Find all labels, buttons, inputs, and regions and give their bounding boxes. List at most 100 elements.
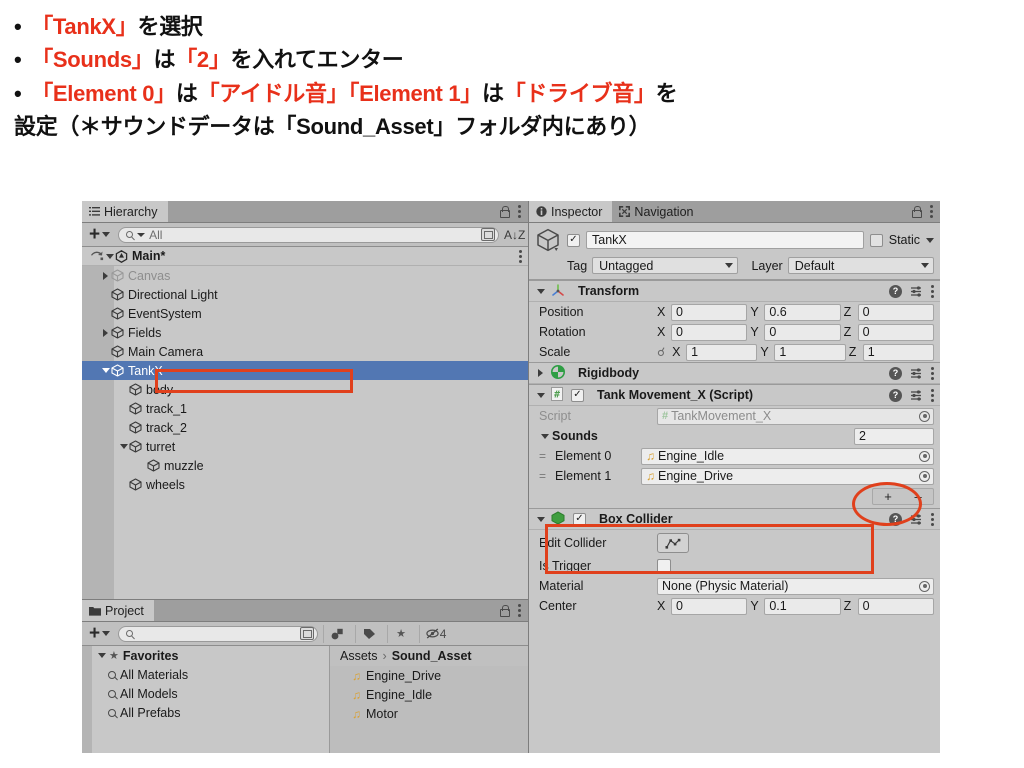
asset-item-engine_idle[interactable]: ♫ Engine_Idle xyxy=(330,685,528,704)
hierarchy-item-track-1[interactable]: track_1 xyxy=(82,399,528,418)
tag-dropdown[interactable]: Untagged xyxy=(592,257,739,274)
transform-position-y-input[interactable]: 0.6 xyxy=(764,303,841,321)
sounds-size-input[interactable]: 2 xyxy=(854,427,934,445)
hierarchy-item-main-camera[interactable]: Main Camera xyxy=(82,342,528,361)
transform-scale-y-input[interactable]: 1 xyxy=(774,343,846,361)
inspector-kebab-menu-icon[interactable] xyxy=(930,205,933,218)
static-chevron-down-icon[interactable] xyxy=(926,237,934,243)
material-object-picker-icon[interactable] xyxy=(919,580,930,592)
transform-position-x-input[interactable]: 0 xyxy=(671,303,748,321)
expand-chevron-icon[interactable] xyxy=(104,254,115,259)
box-collider-enabled-checkbox[interactable]: ✓ xyxy=(573,512,586,526)
material-object-field[interactable]: None (Physic Material) xyxy=(657,577,934,595)
expand-chevron-icon[interactable] xyxy=(100,368,111,373)
project-assets-pane[interactable]: Assets › Sound_Asset ♫ Engine_Drive ♫ Engin… xyxy=(330,646,528,753)
hierarchy-item-eventsystem[interactable]: EventSystem xyxy=(82,304,528,323)
collapse-chevron-icon[interactable] xyxy=(100,272,111,280)
drag-handle-icon[interactable]: = xyxy=(539,449,555,463)
project-search-input[interactable] xyxy=(118,625,319,642)
script-kebab-menu-icon[interactable] xyxy=(931,388,934,402)
transform-rotation-x-input[interactable]: 0 xyxy=(671,323,748,341)
favorite-item-all-materials[interactable]: All Materials xyxy=(82,665,329,684)
hierarchy-item-body[interactable]: body xyxy=(82,380,528,399)
center-x-input[interactable]: 0 xyxy=(671,597,748,615)
favorites-star-icon[interactable]: ★ xyxy=(387,624,415,643)
rigidbody-kebab-menu-icon[interactable] xyxy=(931,366,934,380)
favorite-item-all-models[interactable]: All Models xyxy=(82,684,329,703)
hierarchy-search-input[interactable]: All xyxy=(118,226,499,243)
tab-project[interactable]: Project xyxy=(82,600,154,621)
transform-kebab-menu-icon[interactable] xyxy=(931,284,934,298)
lock-icon[interactable] xyxy=(499,206,510,218)
transform-scale-x-input[interactable]: 1 xyxy=(686,343,758,361)
hierarchy-item-track-2[interactable]: track_2 xyxy=(82,418,528,437)
center-y-input[interactable]: 0.1 xyxy=(764,597,841,615)
drag-handle-icon[interactable]: = xyxy=(539,469,555,483)
array-remove-button[interactable]: – xyxy=(914,489,921,504)
favorites-group[interactable]: ★ Favorites xyxy=(82,646,329,665)
breadcrumb-root[interactable]: Assets xyxy=(340,649,378,663)
transform-rotation-y-input[interactable]: 0 xyxy=(764,323,841,341)
object-picker-icon[interactable] xyxy=(919,450,930,462)
create-object-button[interactable]: + xyxy=(86,225,113,244)
hierarchy-item-turret[interactable]: turret xyxy=(82,437,528,456)
box-collider-preset-icon[interactable] xyxy=(910,513,923,526)
script-help-icon[interactable]: ? xyxy=(889,388,902,402)
help-icon[interactable]: ? xyxy=(889,284,902,298)
transform-scale-z-input[interactable]: 1 xyxy=(862,343,934,361)
kebab-menu-icon[interactable] xyxy=(518,205,521,218)
asset-item-engine_drive[interactable]: ♫ Engine_Drive xyxy=(330,666,528,685)
script-object-field[interactable]: # TankMovement_X xyxy=(657,407,934,425)
favorites-chevron-icon[interactable] xyxy=(96,653,107,658)
hierarchy-item-directional-light[interactable]: Directional Light xyxy=(82,285,528,304)
center-z-input[interactable]: 0 xyxy=(857,597,934,615)
hierarchy-item-fields[interactable]: Fields xyxy=(82,323,528,342)
box-collider-foldout-icon[interactable] xyxy=(535,517,546,522)
component-header-box-collider[interactable]: ✓ Box Collider ? xyxy=(529,508,940,530)
component-header-tank-movement[interactable]: # ✓ Tank Movement_X (Script) ? xyxy=(529,384,940,406)
transform-foldout-icon[interactable] xyxy=(535,289,546,294)
script-enabled-checkbox[interactable]: ✓ xyxy=(571,388,584,402)
favorite-item-all-prefabs[interactable]: All Prefabs xyxy=(82,703,329,722)
is-trigger-checkbox[interactable] xyxy=(657,559,671,573)
sort-button[interactable]: A↓Z xyxy=(504,229,525,241)
hierarchy-item-wheels[interactable]: wheels xyxy=(82,475,528,494)
box-collider-kebab-menu-icon[interactable] xyxy=(931,512,934,526)
component-header-rigidbody[interactable]: Rigidbody ? xyxy=(529,362,940,384)
hierarchy-scene-row[interactable]: Main* xyxy=(82,247,528,266)
script-foldout-icon[interactable] xyxy=(535,393,546,398)
project-favorites-pane[interactable]: ★ Favorites All Materials All Models All P… xyxy=(82,646,330,753)
hierarchy-tree[interactable]: Main* Canvas Directional Light EventSystem F… xyxy=(82,247,528,599)
hierarchy-item-canvas[interactable]: Canvas xyxy=(82,266,528,285)
project-kebab-menu-icon[interactable] xyxy=(518,604,521,617)
hierarchy-item-tankx[interactable]: TankX xyxy=(82,361,528,380)
object-picker-icon[interactable] xyxy=(919,470,930,482)
collapse-chevron-icon[interactable] xyxy=(100,329,111,337)
scale-link-icon[interactable]: ☌ xyxy=(657,345,665,359)
project-search-window-icon[interactable] xyxy=(300,627,315,640)
project-lock-icon[interactable] xyxy=(499,605,510,617)
tab-navigation[interactable]: Navigation xyxy=(612,201,704,222)
static-checkbox[interactable] xyxy=(869,233,883,247)
transform-rotation-z-input[interactable]: 0 xyxy=(857,323,934,341)
component-header-transform[interactable]: Transform ? xyxy=(529,280,940,302)
rigidbody-help-icon[interactable]: ? xyxy=(889,366,902,380)
gameobject-name-input[interactable]: TankX xyxy=(586,231,864,249)
tab-hierarchy[interactable]: Hierarchy xyxy=(82,201,168,222)
layer-dropdown[interactable]: Default xyxy=(787,257,934,274)
rigidbody-preset-icon[interactable] xyxy=(910,367,923,380)
expand-chevron-icon[interactable] xyxy=(118,444,129,449)
script-preset-icon[interactable] xyxy=(910,389,923,402)
sound-element-object-field[interactable]: ♫ Engine_Drive xyxy=(641,467,934,485)
box-collider-help-icon[interactable]: ? xyxy=(889,512,902,526)
edit-collider-button[interactable] xyxy=(657,533,689,553)
scene-kebab-menu-icon[interactable] xyxy=(519,249,522,263)
project-create-button[interactable]: + xyxy=(86,624,113,643)
sound-element-object-field[interactable]: ♫ Engine_Idle xyxy=(641,447,934,465)
filter-by-type-icon[interactable] xyxy=(323,624,351,643)
gameobject-enabled-checkbox[interactable]: ✓ xyxy=(567,233,580,247)
hidden-packages-toggle[interactable]: 4 xyxy=(419,624,453,643)
array-add-button[interactable]: + xyxy=(884,489,892,504)
preset-sliders-icon[interactable] xyxy=(910,285,923,298)
hierarchy-item-muzzle[interactable]: muzzle xyxy=(82,456,528,475)
